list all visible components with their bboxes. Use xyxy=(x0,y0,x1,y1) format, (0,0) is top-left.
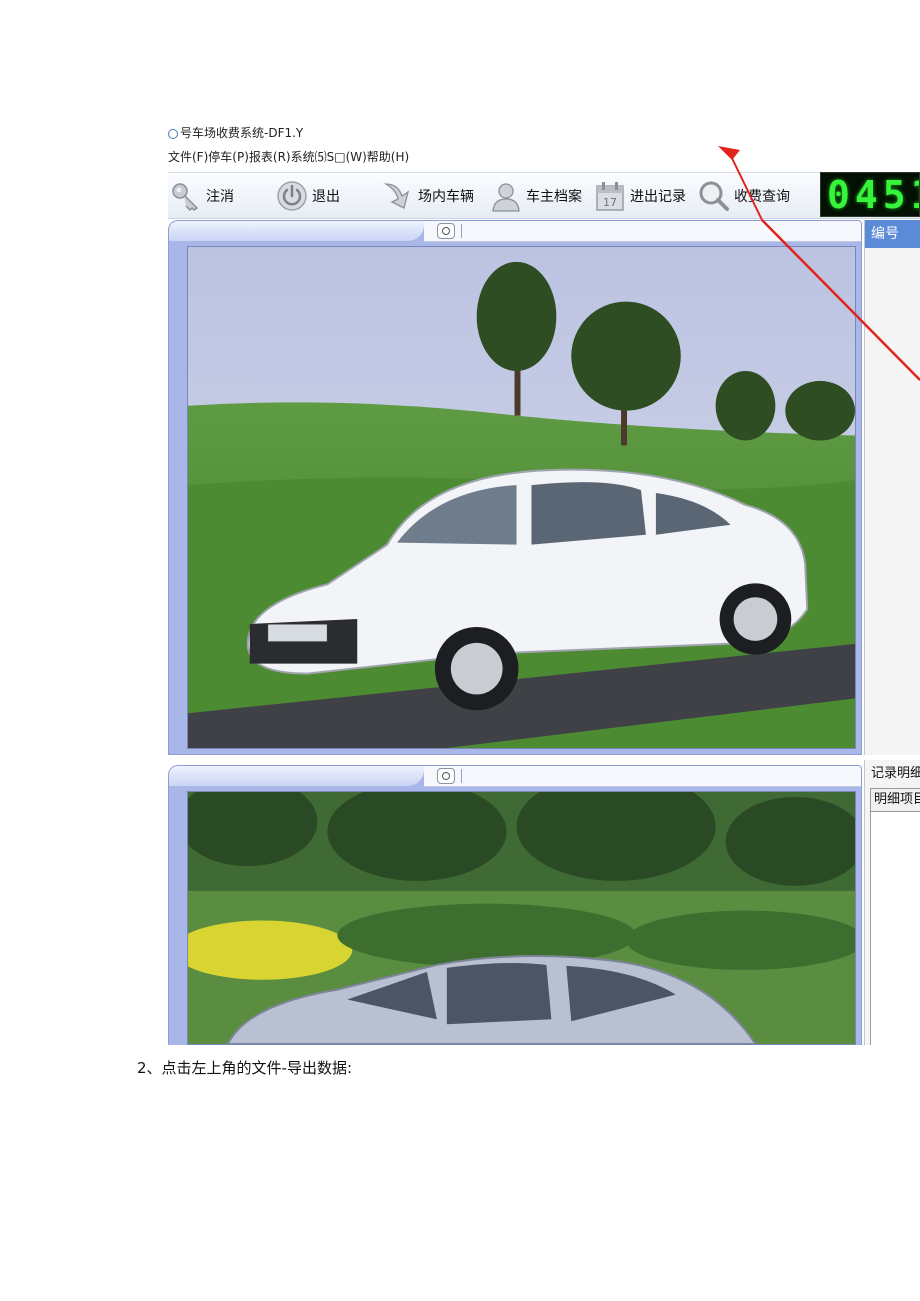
record-detail-title: 记录明细 xyxy=(871,766,920,781)
divider xyxy=(461,769,462,783)
menu-system[interactable]: 系统⑸ xyxy=(291,148,327,165)
car-photo-silver-sedan xyxy=(188,792,855,1044)
user-icon xyxy=(492,182,520,212)
calendar-icon: 17 xyxy=(596,181,624,211)
instruction-caption: 2、点击左上角的文件-导出数据: xyxy=(137,1059,353,1077)
exit-label: 退出 xyxy=(312,188,340,205)
record-detail-table: 明细项目 xyxy=(870,788,920,1045)
camera-panel-tab xyxy=(169,221,424,241)
camera-panel-header xyxy=(424,766,861,787)
key-icon xyxy=(172,182,199,211)
exit-button[interactable]: 退出 xyxy=(276,173,340,218)
owner-records-button[interactable]: 车主档案 xyxy=(490,173,582,218)
annotation-arrow-line xyxy=(761,219,920,381)
logout-button[interactable]: 注消 xyxy=(170,173,234,218)
annotation-arrow-segment xyxy=(729,153,763,221)
menu-parking[interactable]: 停车(P) xyxy=(208,148,249,165)
camera-view-exit xyxy=(187,791,856,1045)
app-icon xyxy=(168,128,178,139)
record-detail-column-header[interactable]: 明细项目 xyxy=(871,789,920,812)
camera-restore-button[interactable] xyxy=(437,223,455,239)
camera-restore-button[interactable] xyxy=(437,768,455,784)
entry-exit-records-button[interactable]: 17 进出记录 xyxy=(594,173,686,218)
cars-in-lot-label: 场内车辆 xyxy=(418,188,474,205)
menu-help[interactable]: 帮助(H) xyxy=(367,148,409,165)
menu-window[interactable]: S□(W) xyxy=(327,150,367,164)
owner-records-label: 车主档案 xyxy=(526,188,582,205)
menu-file[interactable]: 文件(F) xyxy=(168,148,208,165)
arrow-down-icon xyxy=(383,182,410,209)
power-icon xyxy=(277,180,307,211)
window-title-text: 号车场收费系统-DF1.Y xyxy=(180,126,304,140)
logout-label: 注消 xyxy=(206,188,234,205)
divider xyxy=(461,224,462,238)
camera-panel-tab xyxy=(169,766,424,786)
window-title: 号车场收费系统-DF1.Y xyxy=(168,124,303,141)
camera-panel-exit xyxy=(168,765,862,1045)
calendar-number: 17 xyxy=(603,196,617,209)
menu-report[interactable]: 报表(R) xyxy=(249,148,291,165)
annotation-arrow-head xyxy=(718,146,740,160)
cars-in-lot-button[interactable]: 场内车辆 xyxy=(382,173,474,218)
record-detail-panel: 记录明细 明细项目 xyxy=(864,760,920,1045)
menu-bar: 文件(F)停车(P)报表(R)系统⑸S□(W)帮助(H) xyxy=(168,148,409,165)
entry-exit-records-label: 进出记录 xyxy=(630,188,686,205)
annotation-arrow xyxy=(718,146,920,381)
